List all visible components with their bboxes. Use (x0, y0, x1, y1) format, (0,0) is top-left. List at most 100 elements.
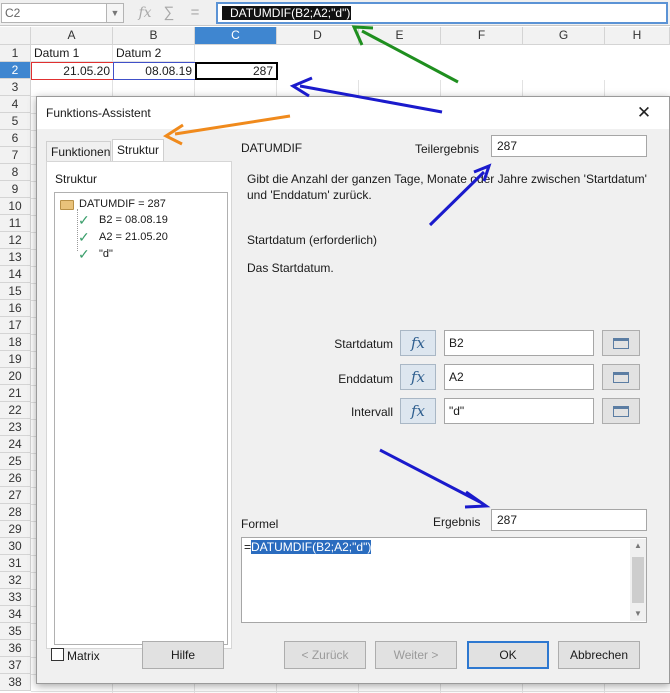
fx-icon[interactable]: fx (400, 330, 436, 356)
equals-icon[interactable]: = (184, 4, 206, 22)
row-header-32[interactable]: 32 (0, 572, 31, 589)
scroll-up-icon[interactable]: ▲ (630, 539, 646, 553)
row-header-29[interactable]: 29 (0, 521, 31, 538)
argument-description: Das Startdatum. (247, 261, 334, 275)
row-header-1[interactable]: 1 (0, 45, 31, 62)
name-box[interactable]: C2 (1, 3, 107, 23)
cell-b1[interactable]: Datum 2 (113, 45, 195, 62)
shrink-button[interactable] (602, 398, 640, 424)
check-icon: ✓ (78, 229, 90, 245)
cell-b2[interactable]: 08.08.19 (113, 62, 196, 80)
row-header-36[interactable]: 36 (0, 640, 31, 657)
col-header-h[interactable]: H (605, 27, 670, 45)
row-header-30[interactable]: 30 (0, 538, 31, 555)
fx-icon[interactable]: fx (400, 398, 436, 424)
row-header-12[interactable]: 12 (0, 232, 31, 249)
tab-struktur[interactable]: Struktur (112, 139, 164, 161)
formel-label: Formel (241, 517, 279, 531)
shrink-button[interactable] (602, 330, 640, 356)
col-header-e[interactable]: E (359, 27, 441, 45)
tree-node-root[interactable]: DATUMDIF = 287 (79, 198, 166, 210)
teilergebnis-field[interactable]: 287 (491, 135, 647, 157)
fx-icon[interactable]: fx (134, 4, 156, 22)
row-header-10[interactable]: 10 (0, 198, 31, 215)
shrink-icon (613, 338, 629, 349)
dialog-titlebar[interactable]: Funktions-Assistent ✕ (37, 97, 669, 129)
row-header-18[interactable]: 18 (0, 334, 31, 351)
row-header-22[interactable]: 22 (0, 402, 31, 419)
intervall-input[interactable]: "d" (444, 398, 594, 424)
col-header-f[interactable]: F (441, 27, 523, 45)
tree-node-interval[interactable]: "d" (99, 248, 113, 260)
row-header-34[interactable]: 34 (0, 606, 31, 623)
row-header-31[interactable]: 31 (0, 555, 31, 572)
tree-node-b2[interactable]: B2 = 08.08.19 (99, 214, 168, 226)
row-header-2[interactable]: 2 (0, 62, 31, 79)
row-header-28[interactable]: 28 (0, 504, 31, 521)
row-header-19[interactable]: 19 (0, 351, 31, 368)
cell-a1[interactable]: Datum 1 (31, 45, 113, 62)
chevron-down-icon[interactable]: ▼ (107, 3, 124, 23)
row-header-20[interactable]: 20 (0, 368, 31, 385)
ergebnis-label: Ergebnis (433, 515, 481, 529)
row-header-13[interactable]: 13 (0, 249, 31, 266)
zurueck-button[interactable]: < Zurück (284, 641, 366, 669)
close-icon[interactable]: ✕ (631, 100, 657, 126)
row-header-23[interactable]: 23 (0, 419, 31, 436)
matrix-label[interactable]: Matrix (67, 649, 100, 663)
structure-tree[interactable]: DATUMDIF = 287 ✓ B2 = 08.08.19 ✓ A2 = 21… (54, 192, 228, 645)
scroll-thumb[interactable] (632, 557, 644, 603)
col-header-c[interactable]: C (195, 27, 277, 45)
tab-funktionen[interactable]: Funktionen (46, 141, 111, 161)
ergebnis-field[interactable]: 287 (491, 509, 647, 531)
startdatum-input[interactable]: B2 (444, 330, 594, 356)
formula-bar: C2 ▼ fx ∑ = =DATUMDIF(B2;A2;"d") (0, 0, 670, 26)
row-header-37[interactable]: 37 (0, 657, 31, 674)
row-header-9[interactable]: 9 (0, 181, 31, 198)
row-header-11[interactable]: 11 (0, 215, 31, 232)
structure-panel: Struktur DATUMDIF = 287 ✓ B2 = 08.08.19 … (46, 161, 232, 649)
row-header-27[interactable]: 27 (0, 487, 31, 504)
row-header-38[interactable]: 38 (0, 674, 31, 691)
row-header-8[interactable]: 8 (0, 164, 31, 181)
corner-cell[interactable] (0, 27, 31, 45)
abbrechen-button[interactable]: Abbrechen (558, 641, 640, 669)
sum-icon[interactable]: ∑ (158, 4, 180, 22)
row-header-14[interactable]: 14 (0, 266, 31, 283)
col-header-d[interactable]: D (277, 27, 359, 45)
row-header-3[interactable]: 3 (0, 79, 31, 96)
scroll-down-icon[interactable]: ▼ (630, 607, 646, 621)
row-header-5[interactable]: 5 (0, 113, 31, 130)
ok-button[interactable]: OK (467, 641, 549, 669)
row-header-35[interactable]: 35 (0, 623, 31, 640)
row-header-15[interactable]: 15 (0, 283, 31, 300)
formula-text: =DATUMDIF(B2;A2;"d") (222, 6, 352, 20)
hilfe-button[interactable]: Hilfe (142, 641, 224, 669)
row-header-6[interactable]: 6 (0, 130, 31, 147)
matrix-checkbox[interactable] (51, 648, 64, 661)
cell-a2[interactable]: 21.05.20 (31, 62, 114, 80)
row-header-16[interactable]: 16 (0, 300, 31, 317)
cell-c2[interactable]: 287 (195, 62, 278, 80)
enddatum-input[interactable]: A2 (444, 364, 594, 390)
row-header-24[interactable]: 24 (0, 436, 31, 453)
row-header-26[interactable]: 26 (0, 470, 31, 487)
row-header-17[interactable]: 17 (0, 317, 31, 334)
formula-textarea[interactable]: =DATUMDIF(B2;A2;"d") ▲ ▼ (241, 537, 647, 623)
row-header-7[interactable]: 7 (0, 147, 31, 164)
check-icon: ✓ (78, 246, 90, 262)
teilergebnis-label: Teilergebnis (415, 142, 480, 156)
row-header-21[interactable]: 21 (0, 385, 31, 402)
row-header-33[interactable]: 33 (0, 589, 31, 606)
vertical-scrollbar[interactable]: ▲ ▼ (630, 539, 646, 621)
row-header-25[interactable]: 25 (0, 453, 31, 470)
col-header-a[interactable]: A (31, 27, 113, 45)
formula-input[interactable]: =DATUMDIF(B2;A2;"d") (216, 2, 668, 24)
col-header-g[interactable]: G (523, 27, 605, 45)
row-header-4[interactable]: 4 (0, 96, 31, 113)
tree-node-a2[interactable]: A2 = 21.05.20 (99, 231, 168, 243)
weiter-button[interactable]: Weiter > (375, 641, 457, 669)
col-header-b[interactable]: B (113, 27, 195, 45)
fx-icon[interactable]: fx (400, 364, 436, 390)
shrink-button[interactable] (602, 364, 640, 390)
